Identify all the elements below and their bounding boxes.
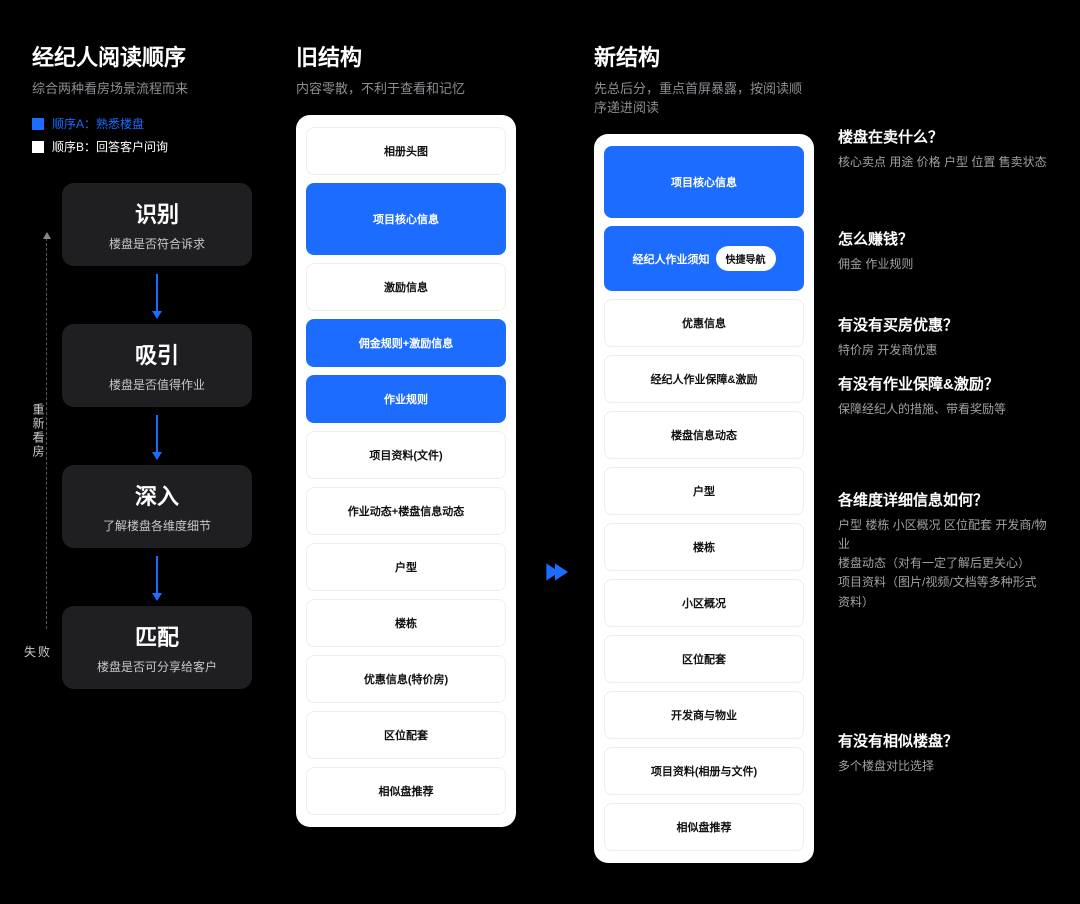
new-card-label: 经纪人作业须知	[633, 251, 710, 267]
new-card: 相似盘推荐	[604, 803, 804, 851]
old-title: 旧结构	[296, 40, 516, 72]
old-card: 相册头图	[306, 127, 506, 175]
old-panel: 相册头图项目核心信息激励信息佣金规则+激励信息作业规则项目资料(文件) 作业动态+…	[296, 115, 516, 827]
new-card: 楼盘信息动态	[604, 411, 804, 459]
new-card: 项目资料(相册与文件)	[604, 747, 804, 795]
question-title: 有没有相似楼盘？	[838, 730, 1048, 751]
flow-node-attract: 吸引 楼盘是否值得作业	[62, 324, 252, 407]
column-questions: 楼盘在卖什么？ 核心卖点 用途 价格 户型 位置 售卖状态怎么赚钱？ 佣金 作业规则…	[838, 40, 1048, 864]
flow-node-identify: 识别 楼盘是否符合诉求	[62, 183, 252, 266]
legend-label-a: 顺序A：熟悉楼盘	[52, 115, 144, 132]
question-block: 怎么赚钱？ 佣金 作业规则	[838, 228, 1048, 274]
legend-item-a: 顺序A：熟悉楼盘	[32, 115, 272, 132]
question-desc: 多个楼盘对比选择	[838, 757, 1048, 776]
node-desc: 了解楼盘各维度细节	[72, 517, 242, 534]
old-card: 优惠信息(特价房)	[306, 655, 506, 703]
node-desc: 楼盘是否可分享给客户	[72, 658, 242, 675]
old-card: 项目核心信息	[306, 183, 506, 255]
question-title: 各维度详细信息如何？	[838, 489, 1048, 510]
question-block: 各维度详细信息如何？ 户型 楼栋 小区概况 区位配套 开发商/物业楼盘动态（对有一…	[838, 489, 1048, 612]
side-label-revisit: 重新看房	[30, 403, 47, 459]
new-card: 小区概况	[604, 579, 804, 627]
old-card: 作业动态+楼盘信息动态	[306, 487, 506, 535]
arrow-down-icon	[156, 556, 158, 600]
arrow-down-icon	[156, 274, 158, 318]
quick-nav-pill: 快捷导航	[716, 246, 776, 271]
old-card: 区位配套	[306, 711, 506, 759]
new-panel: 项目核心信息经纪人作业须知快捷导航优惠信息经纪人作业保障&激励楼盘信息动态户型楼…	[594, 134, 814, 863]
diagram-root: 经纪人阅读顺序 综合两种看房场景流程而来 顺序A：熟悉楼盘 顺序B：回答客户问询…	[32, 40, 1048, 864]
node-title: 吸引	[72, 338, 242, 370]
old-card: 项目资料(文件)	[306, 431, 506, 479]
question-desc: 户型 楼栋 小区概况 区位配套 开发商/物业楼盘动态（对有一定了解后更关心）项目…	[838, 516, 1048, 612]
new-card: 开发商与物业	[604, 691, 804, 739]
new-card-nav: 经纪人作业须知快捷导航	[604, 226, 804, 291]
question-desc: 保障经纪人的措施、带看奖励等	[838, 400, 1048, 419]
legend-item-b: 顺序B：回答客户问询	[32, 138, 272, 155]
question-title: 怎么赚钱？	[838, 228, 1048, 249]
column-new-structure: 新结构 先总后分，重点首屏暴露，按阅读顺序递进阅读 项目核心信息经纪人作业须知快…	[594, 40, 814, 864]
node-desc: 楼盘是否符合诉求	[72, 235, 242, 252]
flow-node-deepdive: 深入 了解楼盘各维度细节	[62, 465, 252, 548]
new-title: 新结构	[594, 40, 814, 72]
legend-swatch-white	[32, 141, 44, 153]
new-card: 户型	[604, 467, 804, 515]
new-card: 项目核心信息	[604, 146, 804, 218]
new-subtitle: 先总后分，重点首屏暴露，按阅读顺序递进阅读	[594, 78, 814, 116]
flow-title: 经纪人阅读顺序	[32, 40, 272, 72]
old-card: 楼栋	[306, 599, 506, 647]
transform-arrow-icon	[540, 280, 570, 864]
question-desc: 特价房 开发商优惠	[838, 341, 1048, 360]
legend: 顺序A：熟悉楼盘 顺序B：回答客户问询	[32, 115, 272, 155]
new-card: 区位配套	[604, 635, 804, 683]
side-label-fail: 失败	[24, 643, 52, 660]
question-title: 楼盘在卖什么？	[838, 126, 1048, 147]
flow-nodes: 重新看房 失败 识别 楼盘是否符合诉求 吸引 楼盘是否值得作业 深入 了解楼盘各…	[32, 183, 272, 689]
old-card: 作业规则	[306, 375, 506, 423]
node-desc: 楼盘是否值得作业	[72, 376, 242, 393]
old-card: 相似盘推荐	[306, 767, 506, 815]
question-title: 有没有作业保障&激励？	[838, 373, 1048, 394]
node-title: 深入	[72, 479, 242, 511]
column-old-structure: 旧结构 内容零散，不利于查看和记忆 相册头图项目核心信息激励信息佣金规则+激励信…	[296, 40, 516, 864]
old-subtitle: 内容零散，不利于查看和记忆	[296, 78, 516, 97]
question-desc: 核心卖点 用途 价格 户型 位置 售卖状态	[838, 153, 1048, 172]
flow-subtitle: 综合两种看房场景流程而来	[32, 78, 272, 97]
question-desc: 佣金 作业规则	[838, 255, 1048, 274]
question-block: 有没有相似楼盘？ 多个楼盘对比选择	[838, 730, 1048, 776]
flow-node-match: 匹配 楼盘是否可分享给客户	[62, 606, 252, 689]
new-card: 楼栋	[604, 523, 804, 571]
question-block: 有没有作业保障&激励？ 保障经纪人的措施、带看奖励等	[838, 373, 1048, 419]
node-title: 匹配	[72, 620, 242, 652]
new-card: 经纪人作业保障&激励	[604, 355, 804, 403]
question-block: 有没有买房优惠？ 特价房 开发商优惠	[838, 314, 1048, 360]
old-card: 户型	[306, 543, 506, 591]
arrow-down-icon	[156, 415, 158, 459]
new-card: 优惠信息	[604, 299, 804, 347]
legend-label-b: 顺序B：回答客户问询	[52, 138, 168, 155]
question-title: 有没有买房优惠？	[838, 314, 1048, 335]
legend-swatch-blue	[32, 118, 44, 130]
question-block: 楼盘在卖什么？ 核心卖点 用途 价格 户型 位置 售卖状态	[838, 126, 1048, 172]
old-card: 激励信息	[306, 263, 506, 311]
column-reading-flow: 经纪人阅读顺序 综合两种看房场景流程而来 顺序A：熟悉楼盘 顺序B：回答客户问询…	[32, 40, 272, 864]
node-title: 识别	[72, 197, 242, 229]
old-card: 佣金规则+激励信息	[306, 319, 506, 367]
